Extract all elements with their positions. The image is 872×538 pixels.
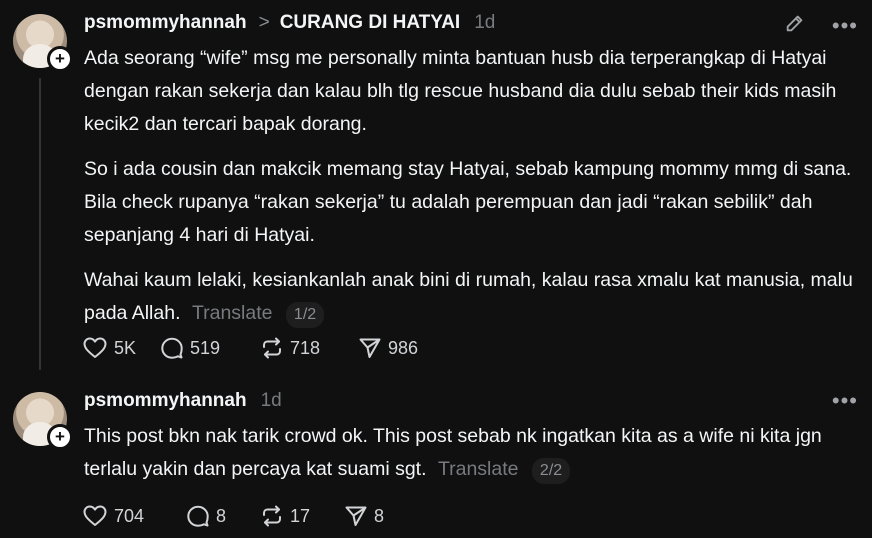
like-button[interactable]: 5K — [82, 336, 160, 360]
send-icon — [345, 506, 367, 526]
more-dots-icon[interactable]: ••• — [832, 14, 858, 37]
like-count: 5K — [114, 337, 137, 358]
more-dots-icon[interactable]: ••• — [832, 390, 858, 412]
repost-count: 718 — [290, 337, 321, 358]
share-button[interactable]: 8 — [344, 504, 384, 528]
reply-button[interactable]: 519 — [160, 336, 260, 360]
post-paragraph: So i ada cousin dan makcik memang stay H… — [84, 158, 852, 246]
post-header: psmommyhannah > CURANG DI HATYAI 1d — [84, 12, 495, 34]
thread-post-2: + psmommyhannah 1d ••• This post bkn nak… — [0, 380, 872, 538]
topic-tag[interactable]: CURANG DI HATYAI — [280, 12, 461, 34]
post-header-actions: ••• — [784, 12, 858, 39]
translate-link[interactable]: Translate — [438, 458, 519, 480]
post-paragraph: This post bkn nak tarik crowd ok. This p… — [84, 420, 864, 486]
avatar[interactable]: + — [13, 392, 73, 450]
repost-count: 17 — [290, 505, 311, 526]
translate-link[interactable]: Translate — [192, 302, 273, 324]
like-count: 704 — [114, 505, 145, 526]
heart-icon — [83, 505, 107, 526]
post-header: psmommyhannah 1d — [84, 390, 282, 412]
follow-plus-icon[interactable]: + — [47, 46, 73, 72]
post-body: This post bkn nak tarik crowd ok. This p… — [84, 420, 864, 498]
heart-icon — [83, 337, 107, 358]
repost-button[interactable]: 17 — [260, 504, 344, 528]
avatar[interactable]: + — [13, 14, 73, 72]
chevron-right-icon: > — [258, 12, 270, 33]
reply-count: 8 — [216, 505, 227, 526]
reply-count: 519 — [190, 337, 221, 358]
post-time: 1d — [474, 12, 496, 33]
username[interactable]: psmommyhannah — [84, 390, 247, 412]
repost-icon — [263, 337, 281, 359]
post-time: 1d — [260, 390, 282, 411]
share-button[interactable]: 986 — [358, 336, 418, 360]
post-actions: 704 8 17 8 — [82, 504, 384, 528]
post-paragraph: Ada seorang “wife” msg me personally min… — [84, 47, 837, 135]
send-icon — [359, 338, 381, 358]
reply-button[interactable]: 8 — [186, 504, 260, 528]
page-indicator: 1/2 — [285, 302, 325, 328]
post-paragraph: Wahai kaum lelaki, kesiankanlah anak bin… — [84, 264, 864, 330]
comment-icon — [187, 505, 209, 527]
username[interactable]: psmommyhannah — [84, 12, 247, 34]
pencil-icon[interactable] — [784, 12, 806, 39]
follow-plus-icon[interactable]: + — [47, 424, 73, 450]
share-count: 986 — [388, 337, 419, 358]
like-button[interactable]: 704 — [82, 504, 186, 528]
thread-connector-line — [39, 78, 41, 370]
thread-post-1: + psmommyhannah > CURANG DI HATYAI 1d ••… — [0, 0, 872, 380]
post-actions: 5K 519 718 986 — [82, 336, 418, 360]
page-indicator: 2/2 — [531, 458, 571, 484]
repost-button[interactable]: 718 — [260, 336, 358, 360]
post-header-actions: ••• — [832, 390, 858, 412]
comment-icon — [161, 337, 183, 359]
share-count: 8 — [374, 505, 385, 526]
post-body: Ada seorang “wife” msg me personally min… — [84, 42, 864, 342]
repost-icon — [263, 505, 281, 527]
